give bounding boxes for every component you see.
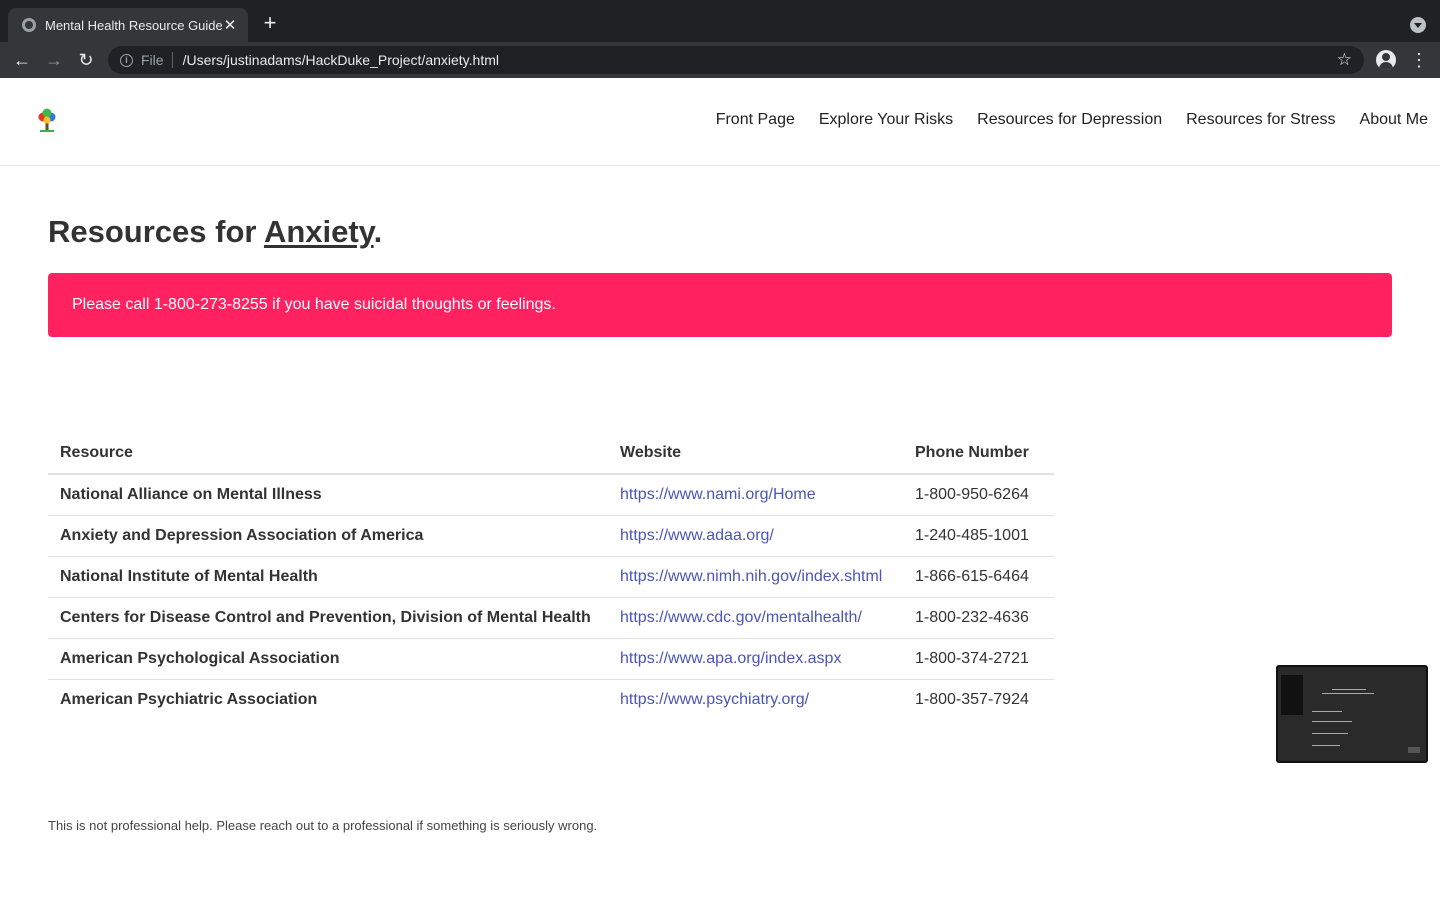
resource-name: Centers for Disease Control and Preventi… [48, 597, 608, 639]
thumbnail-line [1322, 693, 1374, 694]
thumbnail-line [1312, 733, 1348, 734]
resource-link[interactable]: https://www.adaa.org/ [620, 527, 774, 544]
reload-icon[interactable]: ↻ [74, 48, 98, 72]
resource-name: National Alliance on Mental Illness [48, 474, 608, 516]
resource-link[interactable]: https://www.nimh.nih.gov/index.shtml [620, 568, 882, 585]
site-navbar: Front Page Explore Your Risks Resources … [0, 78, 1440, 166]
crisis-alert: Please call 1-800-273-8255 if you have s… [48, 273, 1392, 337]
resource-name: Anxiety and Depression Association of Am… [48, 515, 608, 557]
resource-name: American Psychiatric Association [60, 690, 318, 708]
browser-tab-strip: Mental Health Resource Guide ✕ + [0, 0, 1440, 42]
resource-name: National Institute of Mental Health [48, 556, 608, 598]
page-title-suffix: . [373, 214, 383, 249]
forward-arrow-icon[interactable]: → [42, 48, 66, 72]
page-title-emphasis: Anxiety [263, 214, 374, 249]
table-row: American Psychiatric Association https:/… [48, 679, 1054, 720]
nav-links: Front Page Explore Your Risks Resources … [692, 111, 1428, 129]
table-header-row: Resource Website Phone Number [48, 432, 1054, 475]
tab-search-dropdown-icon[interactable] [1410, 17, 1426, 33]
thumbnail-line [1408, 747, 1420, 753]
thumbnail-sidebar [1281, 675, 1303, 715]
browser-toolbar: ← → ↻ i File /Users/justinadams/HackDuke… [0, 42, 1440, 78]
thumbnail-line [1312, 721, 1352, 722]
resource-name: American Psychological Association [48, 638, 608, 680]
screenshot-thumbnail[interactable] [1276, 665, 1428, 763]
resource-phone: 1-240-485-1001 [903, 515, 1054, 557]
profile-icon[interactable] [1376, 50, 1396, 70]
resource-phone: 1-800-232-4636 [903, 597, 1054, 639]
page-title-prefix: Resources for [48, 214, 264, 249]
resource-link[interactable]: https://www.psychiatry.org/ [620, 691, 809, 708]
nav-resources-stress[interactable]: Resources for Stress [1186, 111, 1335, 129]
nav-resources-depression[interactable]: Resources for Depression [977, 111, 1162, 129]
table-row: Centers for Disease Control and Preventi… [48, 597, 1054, 639]
resource-link[interactable]: https://www.nami.org/Home [620, 486, 816, 503]
resource-link[interactable]: https://www.apa.org/index.aspx [620, 650, 841, 667]
url-scheme: File [141, 52, 164, 68]
table-row: National Alliance on Mental Illness http… [48, 474, 1054, 516]
star-icon[interactable]: ☆ [1337, 50, 1352, 70]
resource-phone: 1-866-615-6464 [903, 556, 1054, 598]
nav-explore-your-risks[interactable]: Explore Your Risks [819, 111, 953, 129]
thumbnail-line [1312, 745, 1340, 746]
crisis-alert-text: Please call 1-800-273-8255 if you have s… [72, 296, 556, 313]
table-row: Anxiety and Depression Association of Am… [48, 515, 1054, 557]
header-website: Website [608, 432, 903, 475]
back-arrow-icon[interactable]: ← [10, 48, 34, 72]
thumbnail-line [1312, 711, 1342, 712]
browser-tab[interactable]: Mental Health Resource Guide ✕ [8, 8, 248, 42]
resource-phone: 1-800-950-6264 [903, 474, 1054, 516]
kebab-menu-icon[interactable]: ⋮ [1409, 48, 1429, 72]
tree-logo-icon[interactable] [34, 108, 60, 134]
resource-phone: 1-800-374-2721 [903, 638, 1054, 680]
plus-icon[interactable]: + [258, 12, 282, 34]
table-row: National Institute of Mental Health http… [48, 556, 1054, 598]
disclaimer-text: This is not professional help. Please re… [48, 818, 598, 833]
header-phone: Phone Number [903, 432, 1054, 475]
globe-icon [22, 18, 36, 32]
nav-front-page[interactable]: Front Page [716, 111, 795, 129]
page-title: Resources for Anxiety. [48, 214, 382, 250]
divider [171, 52, 173, 68]
tab-title: Mental Health Resource Guide [45, 17, 222, 33]
page-content: Front Page Explore Your Risks Resources … [0, 78, 1440, 900]
url-text[interactable]: /Users/justinadams/HackDuke_Project/anxi… [183, 52, 499, 68]
table-row: American Psychological Association https… [48, 638, 1054, 680]
resource-link[interactable]: https://www.cdc.gov/mentalhealth/ [620, 609, 862, 626]
resources-table: Resource Website Phone Number National A… [48, 432, 1054, 720]
header-resource: Resource [48, 432, 608, 475]
info-icon[interactable]: i [120, 53, 133, 67]
resource-phone: 1-800-357-7924 [915, 690, 1029, 708]
close-icon[interactable]: ✕ [222, 16, 238, 34]
address-bar[interactable]: i File /Users/justinadams/HackDuke_Proje… [108, 46, 1364, 74]
nav-about-me[interactable]: About Me [1360, 111, 1428, 129]
thumbnail-line [1332, 689, 1366, 690]
